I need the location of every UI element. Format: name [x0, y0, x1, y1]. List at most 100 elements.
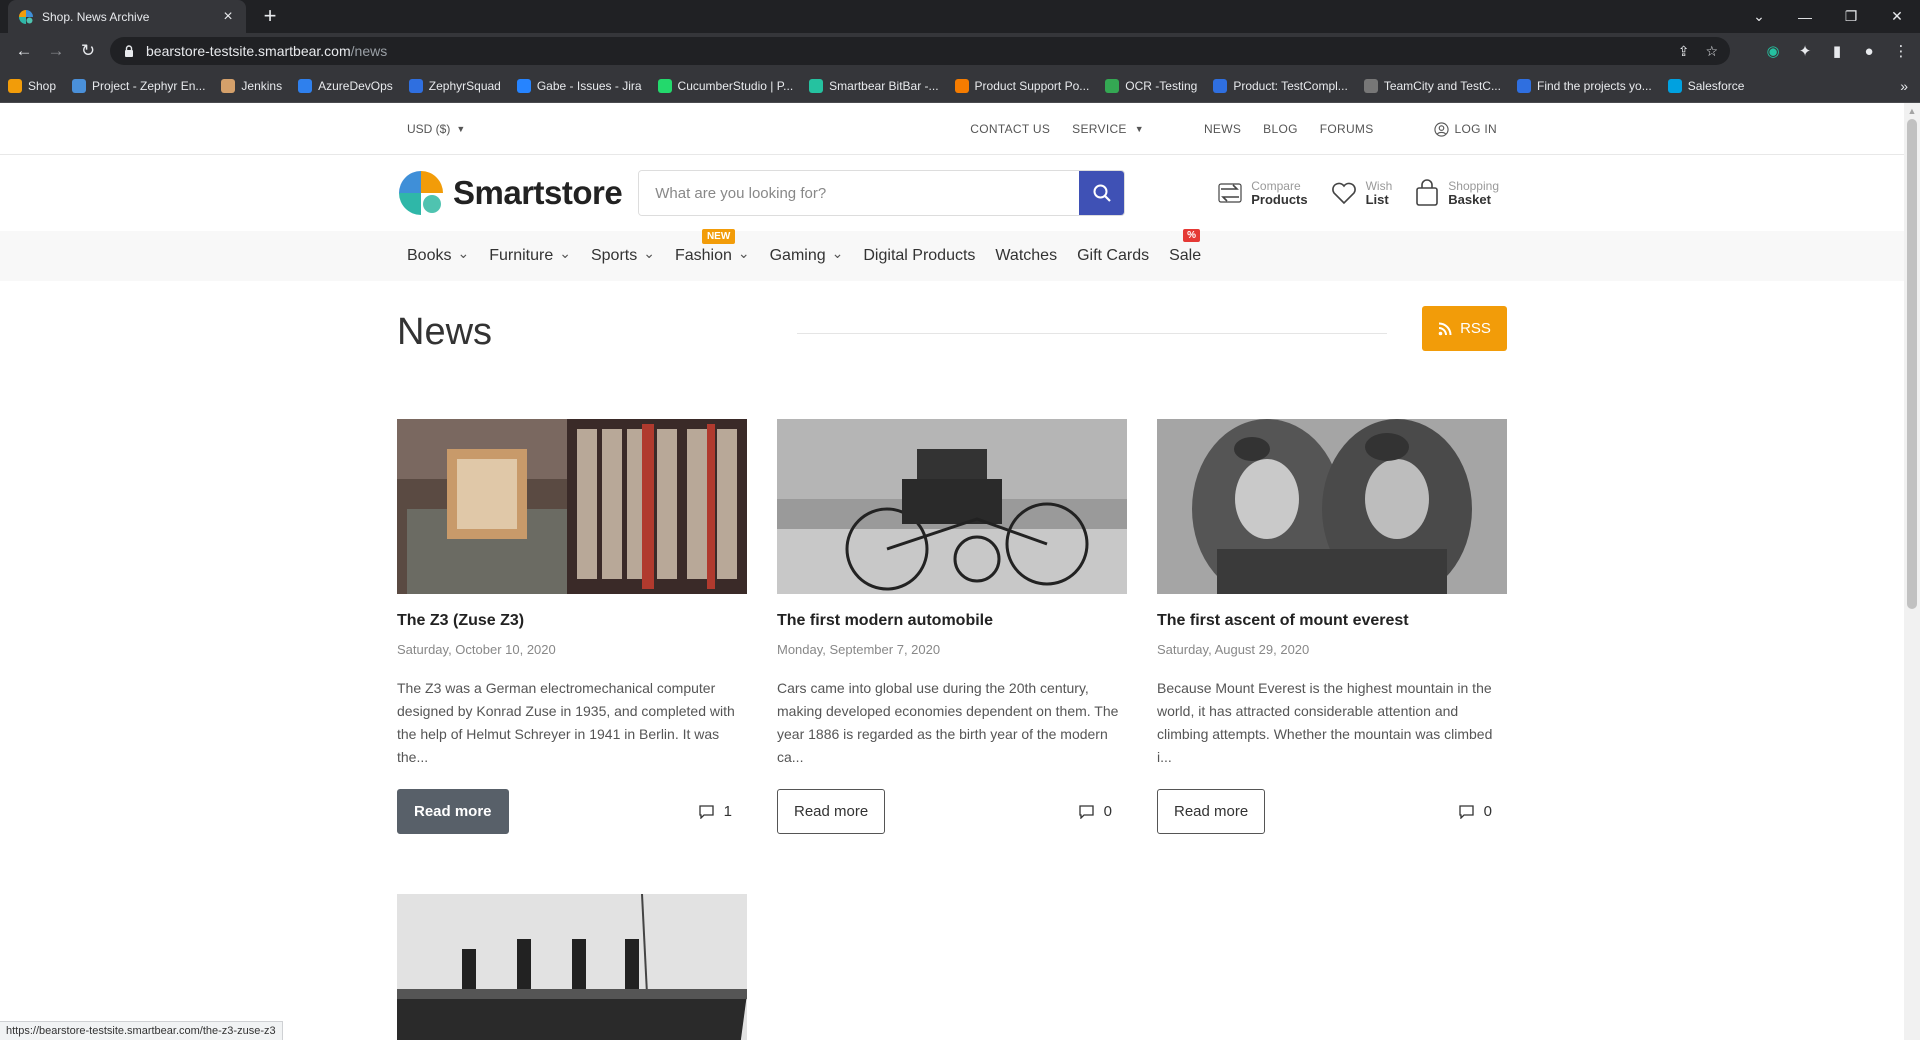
rss-button[interactable]: RSS	[1422, 306, 1507, 351]
bookmark-label: AzureDevOps	[318, 78, 393, 93]
extensions-area: ◉ ✦ ▮ ● ⋮	[1762, 33, 1912, 69]
minimize-icon[interactable]: —	[1782, 9, 1828, 25]
category-label: Sale	[1169, 247, 1202, 264]
bookmark-star-icon[interactable]: ☆	[1705, 43, 1718, 60]
search-input[interactable]	[639, 171, 1080, 215]
bookmark-item[interactable]: Smartbear BitBar -...	[809, 78, 939, 93]
smartstore-logo[interactable]: Smartstore	[397, 169, 623, 217]
scroll-up-icon[interactable]: ▲	[1904, 103, 1920, 119]
category-label: Books	[407, 247, 452, 264]
restore-icon[interactable]: ❐	[1828, 8, 1874, 25]
category-gaming[interactable]: Gaming ⌄	[760, 245, 854, 265]
forums-link[interactable]: FORUMS	[1320, 122, 1374, 136]
user-icon	[1433, 121, 1449, 137]
address-bar[interactable]: bearstore-testsite.smartbear.com/news ⇪ …	[110, 37, 1730, 65]
z3-computer-image[interactable]	[397, 419, 747, 594]
category-label: Digital Products	[863, 247, 976, 264]
extensions-puzzle-icon[interactable]: ✦	[1794, 42, 1816, 60]
currency-selector[interactable]: USD ($) ▼	[407, 122, 465, 136]
bookmark-favicon-icon	[298, 78, 313, 93]
reload-icon[interactable]: ↻	[72, 41, 104, 61]
bookmark-item[interactable]: Product: TestCompl...	[1213, 78, 1348, 93]
news-card: The Z3 (Zuse Z3) Saturday, October 10, 2…	[397, 419, 747, 834]
bookmark-item[interactable]: Product Support Po...	[954, 78, 1089, 93]
bookmark-favicon-icon	[809, 78, 824, 93]
service-label: SERVICE	[1072, 122, 1127, 136]
bookmark-item[interactable]: OCR -Testing	[1105, 78, 1198, 93]
news-grid-row-2	[397, 894, 1507, 1040]
news-title[interactable]: The Z3 (Zuse Z3)	[397, 612, 747, 630]
comment-count[interactable]: 0	[1459, 803, 1492, 820]
bookmark-item[interactable]: Find the projects yo...	[1516, 78, 1652, 93]
news-title[interactable]: The first modern automobile	[777, 612, 1127, 630]
category-navigation: Books ⌄ Furniture ⌄ Sports ⌄ Fashion ⌄ NEW Gaming…	[0, 229, 1904, 281]
extension-icon[interactable]: ◉	[1762, 42, 1784, 60]
read-more-button[interactable]: Read more	[1157, 789, 1266, 834]
bookmark-item[interactable]: Shop	[8, 78, 56, 93]
bookmark-item[interactable]: ZephyrSquad	[408, 78, 501, 93]
search-button[interactable]	[1079, 171, 1125, 215]
bookmark-item[interactable]: Project - Zephyr En...	[72, 78, 206, 93]
bookmark-item[interactable]: AzureDevOps	[298, 78, 393, 93]
news-title[interactable]: The first ascent of mount everest	[1157, 612, 1507, 630]
compare-products-button[interactable]: Compare Products	[1217, 179, 1308, 207]
benz-motorwagen-image[interactable]	[777, 419, 1127, 594]
chrome-menu-icon[interactable]: ⋮	[1890, 42, 1912, 60]
category-books[interactable]: Books ⌄	[397, 244, 479, 265]
contact-us-link[interactable]: CONTACT US	[970, 122, 1050, 136]
shopping-basket-button[interactable]: Shopping Basket	[1414, 179, 1499, 207]
close-window-icon[interactable]: ✕	[1874, 8, 1920, 25]
page-title: News	[397, 311, 493, 353]
news-card: The first ascent of mount everest Saturd…	[1157, 419, 1507, 834]
page-scrollbar[interactable]: ▲	[1904, 103, 1920, 1040]
bookmark-label: OCR -Testing	[1125, 78, 1198, 93]
share-icon[interactable]: ⇪	[1678, 43, 1690, 60]
tab-close-icon[interactable]: ×	[220, 8, 236, 26]
bookmark-favicon-icon	[1105, 78, 1120, 93]
site-header: Smartstore Compar	[0, 155, 1904, 231]
bookmarks-overflow-icon[interactable]: »	[1900, 78, 1908, 94]
news-link[interactable]: NEWS	[1204, 122, 1241, 136]
category-sale[interactable]: Sale%	[1159, 229, 1211, 265]
compare-icon	[1218, 183, 1242, 203]
compare-label-top: Compare	[1251, 179, 1301, 193]
everest-climbers-image[interactable]	[1157, 419, 1507, 594]
side-panel-icon[interactable]: ▮	[1826, 42, 1848, 60]
category-sports[interactable]: Sports ⌄	[581, 245, 665, 265]
chevron-down-icon: ⌄	[457, 244, 470, 261]
logo-text: Smartstore	[453, 174, 623, 211]
bookmark-item[interactable]: TeamCity and TestC...	[1363, 78, 1501, 93]
titanic-image[interactable]	[397, 894, 747, 1040]
login-link[interactable]: LOG IN	[1433, 121, 1497, 137]
browser-tab[interactable]: Shop. News Archive ×	[8, 0, 246, 33]
new-tab-icon[interactable]: +	[258, 4, 282, 28]
forward-icon[interactable]: →	[40, 41, 72, 61]
bookmark-item[interactable]: CucumberStudio | P...	[657, 78, 793, 93]
bookmark-label: Project - Zephyr En...	[92, 78, 206, 93]
window-controls: ⌄ — ❐ ✕	[1736, 0, 1920, 33]
bookmark-item[interactable]: Salesforce	[1667, 78, 1745, 93]
tab-search-icon[interactable]: ⌄	[1736, 8, 1782, 25]
category-watches[interactable]: Watches	[985, 247, 1067, 265]
comment-count[interactable]: 1	[699, 803, 732, 820]
category-fashion[interactable]: Fashion ⌄ NEW	[665, 229, 760, 265]
bookmark-item[interactable]: Gabe - Issues - Jira	[516, 78, 642, 93]
scrollbar-thumb[interactable]	[1907, 119, 1917, 609]
category-digital-products[interactable]: Digital Products	[853, 247, 985, 265]
comment-count[interactable]: 0	[1079, 803, 1112, 820]
category-furniture[interactable]: Furniture ⌄	[479, 245, 581, 265]
bookmark-label: Salesforce	[1687, 78, 1745, 93]
bookmark-item[interactable]: Jenkins	[221, 78, 282, 93]
wish-list-button[interactable]: Wish List	[1330, 179, 1392, 207]
currency-label: USD ($)	[407, 122, 451, 136]
service-menu[interactable]: SERVICE ▼	[1072, 122, 1144, 136]
back-icon[interactable]: ←	[8, 41, 40, 61]
blog-link[interactable]: BLOG	[1263, 122, 1298, 136]
profile-icon[interactable]: ●	[1858, 43, 1880, 60]
news-excerpt: The Z3 was a German electromechanical co…	[397, 680, 735, 765]
read-more-button[interactable]: Read more	[397, 789, 509, 834]
category-gift-cards[interactable]: Gift Cards	[1067, 247, 1159, 265]
bookmark-label: ZephyrSquad	[428, 78, 501, 93]
smartstore-favicon-icon	[19, 9, 33, 24]
read-more-button[interactable]: Read more	[777, 789, 886, 834]
